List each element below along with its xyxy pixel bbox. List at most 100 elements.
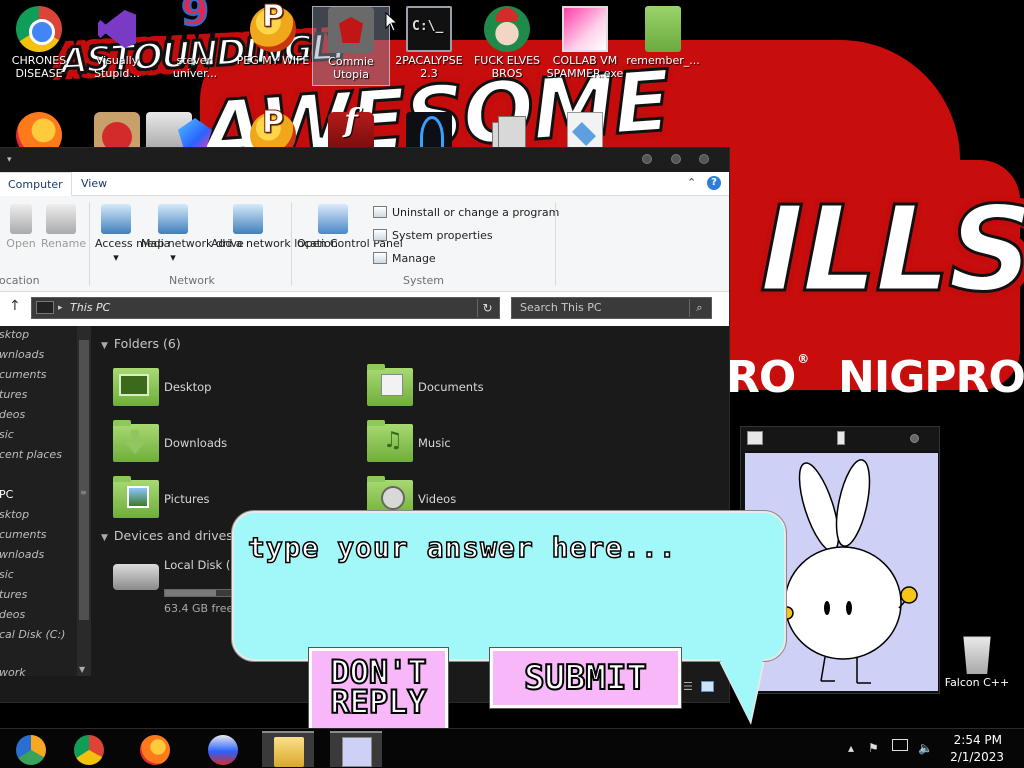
breadcrumb-arrow-icon[interactable]: ▸ — [58, 298, 63, 318]
desktop-icon-remember[interactable]: remember_... — [624, 6, 702, 67]
tab-view[interactable]: View — [73, 172, 115, 196]
action-center-flag-icon[interactable]: ⚑ — [868, 741, 879, 755]
answer-input[interactable] — [248, 527, 768, 567]
large-icons-view-icon[interactable] — [701, 681, 714, 692]
manage-button[interactable]: Manage — [373, 252, 436, 265]
chevron-down-icon: ▼ — [101, 533, 108, 543]
nav-item[interactable]: tures — [0, 588, 27, 601]
bunny-icon — [342, 737, 372, 767]
dont-reply-button[interactable]: DON'T REPLY — [309, 648, 448, 732]
nav-item[interactable]: cuments — [0, 368, 47, 381]
scrollbar-grip-icon: ≡ — [80, 488, 87, 497]
uninstall-program-button[interactable]: Uninstall or change a program — [373, 206, 559, 219]
maximize-button[interactable] — [671, 154, 681, 164]
desktop-icon-commie-utopia[interactable]: Commie Utopia — [312, 6, 390, 86]
folder-icon — [645, 6, 681, 52]
close-button[interactable] — [910, 434, 919, 443]
ribbon-separator — [555, 202, 556, 286]
quick-access-dropdown-icon[interactable]: ▾ — [7, 155, 17, 165]
hard-drive-icon — [113, 564, 159, 590]
desktop-icon-label: COLLAB VM SPAMMER.exe — [546, 54, 624, 80]
desktop-icon-collab-vm-spammer[interactable]: COLLAB VM SPAMMER.exe — [546, 6, 624, 80]
bunny-window-icon — [747, 431, 763, 445]
desktop-icon-chrones-disease[interactable]: CHRONES DISEASE — [0, 6, 78, 80]
access-media-button[interactable]: Access media ▾ — [95, 204, 170, 265]
tab-computer[interactable]: Computer — [0, 172, 72, 196]
nav-item[interactable]: wnloads — [0, 548, 44, 561]
nav-item[interactable]: wnloads — [0, 348, 44, 361]
nav-item-this-pc[interactable]: PC — [0, 488, 13, 501]
scroll-down-icon[interactable]: ▼ — [79, 665, 85, 674]
nav-item[interactable]: cent places — [0, 448, 62, 461]
refresh-icon[interactable]: ↻ — [477, 299, 497, 317]
ribbon-separator — [291, 202, 292, 286]
desktop-icon-steven-universe[interactable]: steven univer... — [156, 6, 234, 80]
elves-icon — [484, 6, 530, 52]
desktop-icon-elves-bros[interactable]: FUCK ELVES BROS — [468, 6, 546, 80]
steven-universe-icon — [172, 6, 218, 52]
nav-item[interactable]: work — [0, 666, 26, 676]
desktop-icon-peg-my-wife[interactable]: PEG MY WIFE — [234, 6, 312, 67]
control-panel-icon — [318, 204, 348, 234]
open-button[interactable]: Open — [3, 204, 39, 251]
file-explorer-icon — [274, 737, 304, 767]
devices-section-header[interactable]: ▼ Devices and drives — [101, 528, 233, 543]
nav-item[interactable]: sic — [0, 568, 14, 581]
speech-bubble — [232, 511, 786, 661]
group-label-network: Network — [169, 274, 215, 287]
taskbar-chrome[interactable] — [62, 731, 114, 767]
details-view-icon[interactable]: ☰ — [683, 680, 693, 693]
clock-date[interactable]: 2/1/2023 — [934, 750, 1004, 764]
navigation-pane: sktop wnloads cuments tures deos sic cen… — [0, 326, 77, 676]
desktop-icon-falcon-cpp[interactable]: Falcon C++ — [942, 630, 1012, 689]
map-network-drive-button[interactable]: Map network drive ▾ — [141, 204, 244, 265]
close-button[interactable] — [699, 154, 709, 164]
submit-button[interactable]: SUBMIT — [490, 648, 681, 708]
nav-item[interactable]: cal Disk (C:) — [0, 628, 65, 641]
desktop-icon-2pacalypse[interactable]: 2PACALYPSE 2.3 — [390, 6, 468, 80]
manage-icon — [373, 252, 387, 264]
help-icon[interactable]: ? — [707, 176, 721, 190]
gem-icon — [208, 735, 238, 765]
address-bar[interactable]: ▸ This PC ↻ — [31, 297, 500, 319]
taskbar-bunny[interactable] — [330, 731, 382, 767]
search-input[interactable]: Search This PC ⌕ — [511, 297, 712, 319]
nav-item[interactable]: deos — [0, 408, 25, 421]
collapse-ribbon-icon[interactable]: ⌃ — [687, 176, 696, 189]
bunny-window-titlebar[interactable] — [741, 427, 939, 451]
nav-item[interactable]: sktop — [0, 508, 29, 521]
nav-item[interactable]: tures — [0, 388, 27, 401]
folders-section-header[interactable]: ▼ Folders (6) — [101, 336, 181, 351]
search-icon[interactable]: ⌕ — [689, 299, 709, 317]
volume-icon[interactable]: 🔈 — [918, 741, 933, 755]
desktop-icon-visually-stupid[interactable]: Visually Stupid... — [78, 6, 156, 80]
window-titlebar[interactable]: ▾ — [0, 148, 729, 172]
taskbar-firefox[interactable] — [128, 731, 180, 767]
minimize-button[interactable] — [642, 154, 652, 164]
add-network-location-button[interactable]: Add a network location — [211, 204, 338, 251]
rename-button[interactable]: Rename — [41, 204, 86, 251]
open-control-panel-button[interactable]: Open Control Panel — [297, 204, 403, 251]
taskbar-file-explorer[interactable] — [262, 731, 314, 767]
clock-time[interactable]: 2:54 PM — [932, 733, 1002, 747]
scrollbar-thumb[interactable] — [79, 340, 89, 620]
desktop-icon-label: Commie Utopia — [328, 55, 374, 81]
up-arrow-icon[interactable]: ↑ — [9, 298, 21, 314]
desktop-icon-label: remember_... — [626, 54, 700, 67]
taskbar-app-4[interactable] — [196, 731, 248, 767]
desktop-icon-label: Falcon C++ — [944, 676, 1010, 689]
music-folder-icon: ♫ — [367, 420, 413, 462]
breadcrumb[interactable]: This PC — [70, 298, 110, 318]
nav-item[interactable]: sic — [0, 428, 14, 441]
peggle-icon — [250, 6, 296, 52]
show-hidden-icons-icon[interactable]: ▴ — [848, 741, 854, 755]
nav-scrollbar[interactable]: ≡ ▼ — [77, 326, 91, 676]
desktop-icon-label: FUCK ELVES BROS — [473, 54, 541, 80]
taskbar-chrome-canary[interactable] — [4, 731, 56, 767]
nav-item[interactable]: sktop — [0, 328, 29, 341]
ribbon: Open Rename ocation Access media ▾ Map n… — [0, 196, 729, 292]
nav-item[interactable]: cuments — [0, 528, 47, 541]
nav-item[interactable]: deos — [0, 608, 25, 621]
system-properties-button[interactable]: System properties — [373, 229, 493, 242]
network-icon[interactable] — [892, 739, 908, 751]
